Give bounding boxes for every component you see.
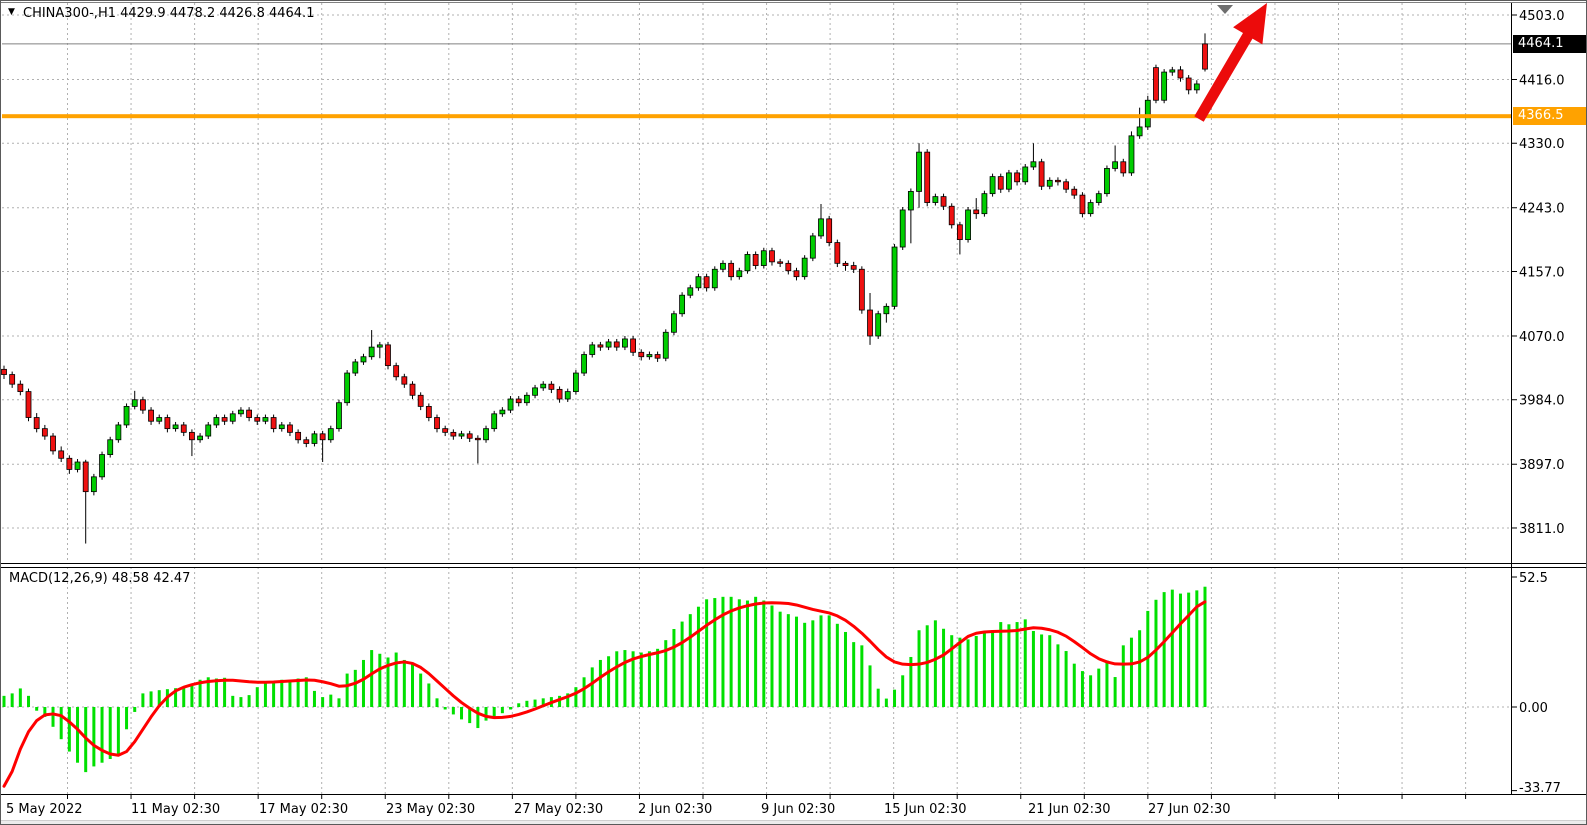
price-tick-label: 3811.0 <box>1519 522 1565 537</box>
date-label: 27 May 02:30 <box>514 802 603 817</box>
date-label: 5 May 2022 <box>6 802 83 817</box>
date-label: 11 May 02:30 <box>131 802 220 817</box>
price-tick-label: 4416.0 <box>1519 73 1565 88</box>
date-label: 23 May 02:30 <box>386 802 475 817</box>
macd-tick-label: 52.5 <box>1519 571 1548 586</box>
candlesticks <box>2 33 1208 543</box>
price-tick-label: 4157.0 <box>1519 265 1565 280</box>
price-tick-label: 4503.0 <box>1519 9 1565 24</box>
chart-window: 4503.0 4416.0 4330.0 4243.0 4157.0 4070.0 3984… <box>0 0 1587 825</box>
date-label: 21 Jun 02:30 <box>1028 802 1111 817</box>
triangle-marker-icon[interactable] <box>1217 5 1233 14</box>
macd-tick-label: -33.77 <box>1519 781 1561 796</box>
date-label: 2 Jun 02:30 <box>638 802 712 817</box>
macd-tick-label: 0.00 <box>1519 701 1548 716</box>
macd-histogram <box>3 587 1207 772</box>
price-tick-label: 4243.0 <box>1519 202 1565 217</box>
price-tick-label: 4330.0 <box>1519 137 1565 152</box>
date-label: 15 Jun 02:30 <box>884 802 967 817</box>
price-tick-label: 4070.0 <box>1519 330 1565 345</box>
price-tick-label: 3897.0 <box>1519 458 1565 473</box>
window-bottom-strip <box>1 820 1587 825</box>
date-label: 9 Jun 02:30 <box>761 802 835 817</box>
symbol-dropdown-icon[interactable]: ▼ <box>8 7 15 17</box>
date-label: 17 May 02:30 <box>259 802 348 817</box>
date-label: 27 Jun 02:30 <box>1148 802 1231 817</box>
macd-indicator-label: MACD(12,26,9) 48.58 42.47 <box>9 571 190 586</box>
chart-canvas[interactable]: 4503.0 4416.0 4330.0 4243.0 4157.0 4070.0 3984… <box>1 1 1587 825</box>
orange-line-price-badge: 4366.5 <box>1513 107 1587 125</box>
horizontal-line-4366[interactable] <box>2 114 1511 118</box>
chart-title: CHINA300-,H1 4429.9 4478.2 4426.8 4464.1 <box>23 6 314 21</box>
price-tick-label: 3984.0 <box>1519 394 1565 409</box>
current-price-badge: 4464.1 <box>1513 35 1587 53</box>
